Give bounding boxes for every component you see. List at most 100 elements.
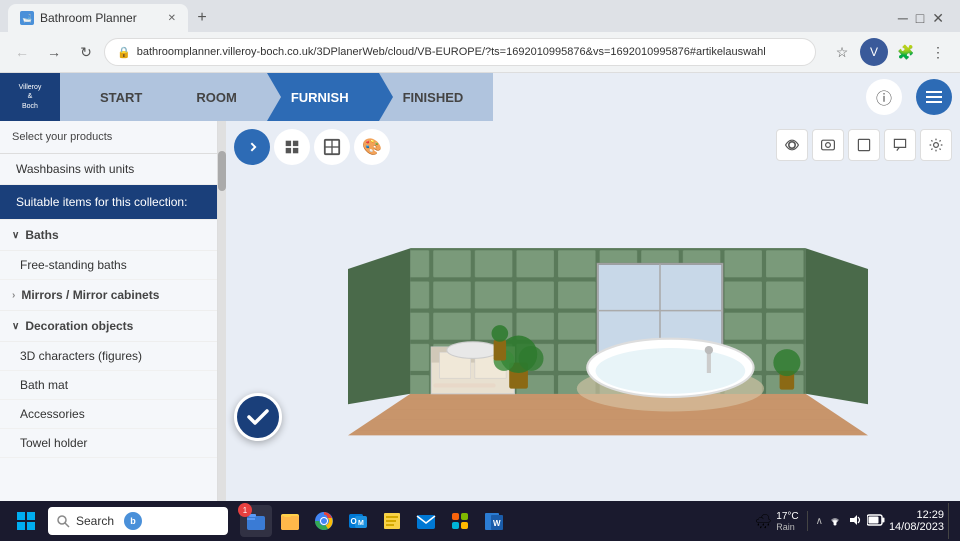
- maximize-button[interactable]: □: [916, 10, 924, 27]
- active-tab[interactable]: 🛁 Bathroom Planner ✕: [8, 4, 188, 32]
- back-button[interactable]: ←: [8, 38, 36, 66]
- url-text: bathroomplanner.villeroy-boch.co.uk/3DPl…: [137, 46, 803, 58]
- sticky-icon: [381, 510, 403, 532]
- nav-step-room[interactable]: ROOM: [172, 73, 266, 121]
- sidebar-item-freestanding-baths[interactable]: Free-standing baths: [0, 251, 217, 280]
- viewport-right-btn-settings[interactable]: [920, 129, 952, 161]
- store-icon: [449, 510, 471, 532]
- room-svg: [348, 181, 868, 461]
- windows-icon: [16, 511, 36, 531]
- battery-icon: [867, 514, 885, 529]
- freestanding-baths-label: Free-standing baths: [20, 258, 127, 272]
- viewport-btn-layout[interactable]: [314, 129, 350, 165]
- taskbar-app-chrome[interactable]: [308, 505, 340, 537]
- checkmark-overlay[interactable]: [234, 393, 282, 441]
- step-start-label: START: [100, 90, 142, 105]
- taskbar-app-files[interactable]: [274, 505, 306, 537]
- sidebar-scrollbar[interactable]: [218, 121, 226, 501]
- taskbar-app-explorer[interactable]: 1: [240, 505, 272, 537]
- forward-button[interactable]: →: [40, 38, 68, 66]
- viewport-btn-navigate[interactable]: [234, 129, 270, 165]
- extension-button[interactable]: 🧩: [892, 38, 920, 66]
- top-nav: Villeroy & Boch START ROOM FURNISH FINIS…: [0, 73, 960, 121]
- clock-time: 12:29: [889, 509, 944, 521]
- menu-button[interactable]: ⋮: [924, 38, 952, 66]
- tab-close-button[interactable]: ✕: [168, 13, 176, 24]
- browser-actions: ☆ V 🧩 ⋮: [828, 38, 952, 66]
- weather-widget[interactable]: 🌧 17°C Rain: [754, 511, 798, 532]
- taskbar-app-store[interactable]: [444, 505, 476, 537]
- taskbar-search[interactable]: Search b: [48, 507, 228, 535]
- menu-hamburger-button[interactable]: [916, 79, 952, 115]
- taskbar-apps: 1: [240, 505, 510, 537]
- viewport-right-btn-screenshot[interactable]: [812, 129, 844, 161]
- taskbar-app-outlook[interactable]: M O: [342, 505, 374, 537]
- sidebar-item-bath-mat[interactable]: Bath mat: [0, 371, 217, 400]
- sidebar-section-decoration[interactable]: ∨ Decoration objects: [0, 311, 217, 342]
- weather-temp: 17°C: [776, 511, 798, 522]
- viewport-btn-color[interactable]: 🎨: [354, 129, 390, 165]
- clock[interactable]: 12:29 14/08/2023: [889, 509, 944, 533]
- new-tab-button[interactable]: +: [188, 4, 216, 32]
- viewport-right-btn-fullscreen[interactable]: [848, 129, 880, 161]
- washbasins-label: Washbasins with units: [16, 162, 134, 176]
- step-furnish-label: FURNISH: [291, 90, 349, 105]
- room-scene: [276, 161, 940, 481]
- outlook-icon: M O: [347, 510, 369, 532]
- color-icon: 🎨: [362, 137, 382, 157]
- 3d-characters-label: 3D characters (figures): [20, 349, 142, 363]
- minimize-button[interactable]: ─: [898, 10, 908, 27]
- address-bar[interactable]: 🔒 bathroomplanner.villeroy-boch.co.uk/3D…: [104, 38, 816, 66]
- products-icon: [283, 138, 301, 156]
- word-icon: W: [483, 510, 505, 532]
- viewport-right-btn-view[interactable]: [776, 129, 808, 161]
- bookmark-button[interactable]: ☆: [828, 38, 856, 66]
- sidebar-header: Select your products: [0, 121, 217, 154]
- svg-text:W: W: [493, 519, 501, 528]
- taskbar-app-sticky[interactable]: [376, 505, 408, 537]
- accessories-label: Accessories: [20, 407, 85, 421]
- volume-icon: [847, 512, 863, 531]
- show-desktop-button[interactable]: [948, 503, 952, 539]
- sidebar-item-washbasins[interactable]: Washbasins with units: [0, 154, 217, 185]
- notification-badge: 1: [238, 503, 252, 517]
- scrollbar-thumb[interactable]: [218, 151, 226, 191]
- start-button[interactable]: [8, 503, 44, 539]
- tray-expand-button[interactable]: ∧: [816, 516, 823, 527]
- sidebar-section-mirrors[interactable]: › Mirrors / Mirror cabinets: [0, 280, 217, 311]
- sidebar: Select your products Washbasins with uni…: [0, 121, 218, 501]
- nav-steps: START ROOM FURNISH FINISHED: [60, 73, 860, 121]
- suitable-label: Suitable items for this collection:: [16, 195, 187, 209]
- decoration-chevron-icon: ∨: [12, 321, 19, 332]
- info-button[interactable]: ⓘ: [866, 79, 902, 115]
- viewport-btn-products[interactable]: [274, 129, 310, 165]
- refresh-button[interactable]: ↻: [72, 38, 100, 66]
- app-container: Villeroy & Boch START ROOM FURNISH FINIS…: [0, 73, 960, 501]
- checkmark-icon: [244, 403, 272, 431]
- logo-text: Villeroy: [19, 83, 42, 92]
- sidebar-item-towel-holder[interactable]: Towel holder: [0, 429, 217, 458]
- sidebar-item-accessories[interactable]: Accessories: [0, 400, 217, 429]
- sidebar-item-suitable: Suitable items for this collection:: [0, 185, 217, 220]
- towel-holder-label: Towel holder: [20, 436, 87, 450]
- bing-icon: b: [124, 512, 142, 530]
- nav-step-furnish[interactable]: FURNISH: [267, 73, 379, 121]
- tab-bar: 🛁 Bathroom Planner ✕ + ─ □ ✕: [0, 0, 960, 32]
- nav-step-start[interactable]: START: [60, 73, 172, 121]
- step-room-label: ROOM: [196, 90, 236, 105]
- sidebar-item-3d-characters[interactable]: 3D characters (figures): [0, 342, 217, 371]
- taskbar: Search b 1: [0, 501, 960, 541]
- system-tray: 🌧 17°C Rain ∧: [754, 511, 884, 532]
- logo: Villeroy & Boch: [19, 83, 42, 110]
- weather-desc: Rain: [776, 522, 798, 532]
- sidebar-section-baths[interactable]: ∨ Baths: [0, 220, 217, 251]
- taskbar-app-mail[interactable]: [410, 505, 442, 537]
- close-button[interactable]: ✕: [932, 10, 944, 27]
- viewport-right-btn-comment[interactable]: [884, 129, 916, 161]
- profile-button[interactable]: V: [860, 38, 888, 66]
- browser-controls: ← → ↻ 🔒 bathroomplanner.villeroy-boch.co…: [0, 32, 960, 72]
- files-icon: [279, 510, 301, 532]
- taskbar-app-word[interactable]: W: [478, 505, 510, 537]
- nav-step-finished[interactable]: FINISHED: [379, 73, 494, 121]
- clock-date: 14/08/2023: [889, 521, 944, 533]
